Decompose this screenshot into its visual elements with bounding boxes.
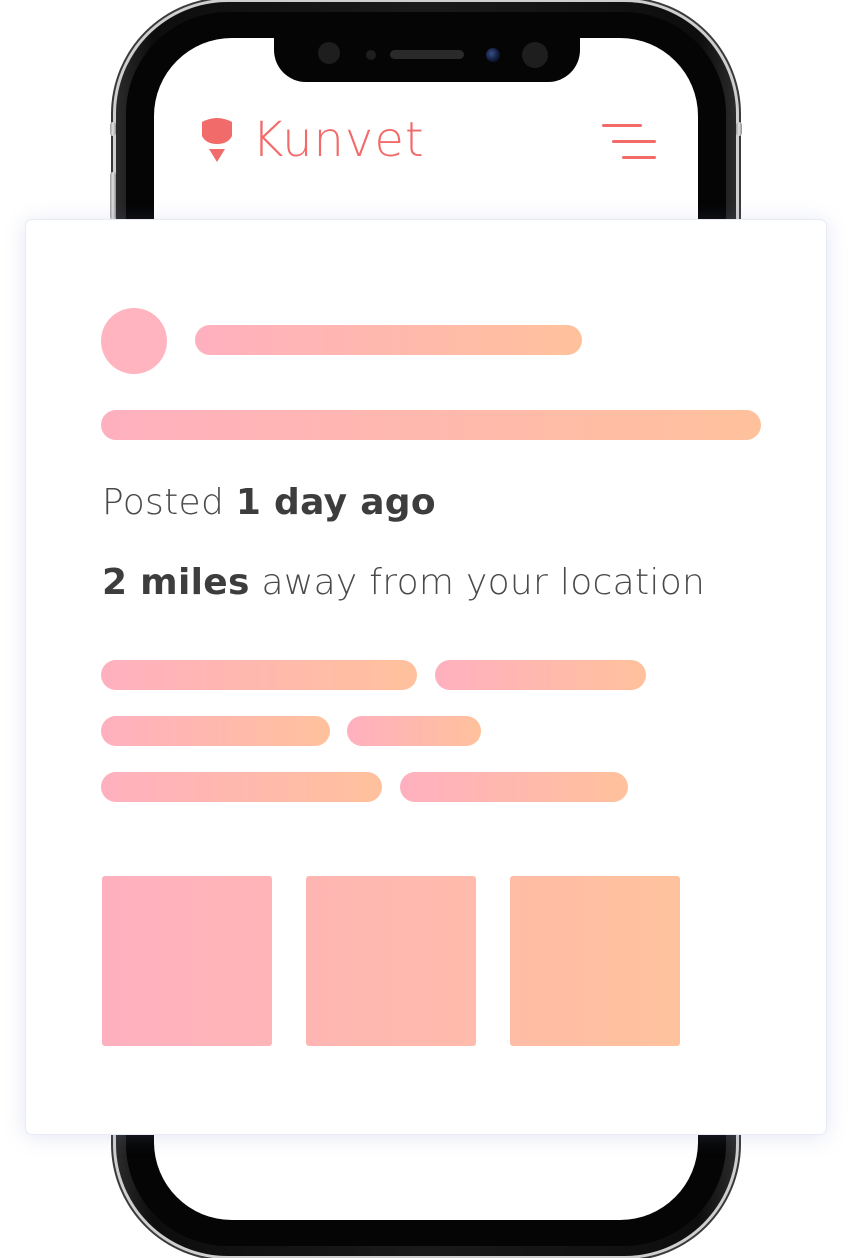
description-placeholder-3a bbox=[101, 772, 382, 802]
description-placeholder-3b bbox=[400, 772, 628, 802]
posted-time-line: Posted 1 day ago bbox=[102, 482, 436, 523]
front-camera bbox=[486, 48, 500, 62]
distance-suffix: away from your location bbox=[261, 562, 706, 603]
description-placeholder-1a bbox=[101, 660, 417, 690]
photo-thumbnail-3[interactable] bbox=[510, 876, 680, 1046]
brand-name[interactable]: Kunvet bbox=[252, 110, 425, 170]
kunvet-logo-icon[interactable] bbox=[198, 116, 236, 166]
post-title-placeholder bbox=[101, 410, 761, 440]
author-name-placeholder bbox=[195, 325, 582, 355]
ambient-sensor bbox=[366, 50, 376, 60]
description-placeholder-2a bbox=[101, 716, 330, 746]
posted-time: 1 day ago bbox=[235, 482, 436, 523]
posted-prefix: Posted bbox=[102, 482, 225, 523]
earpiece-speaker bbox=[390, 50, 464, 59]
photo-thumbnail-1[interactable] bbox=[102, 876, 272, 1046]
description-placeholder-2b bbox=[347, 716, 481, 746]
phone-notch bbox=[274, 38, 580, 82]
menu-button[interactable] bbox=[602, 122, 656, 162]
stage: Kunvet Posted 1 day ago 2 miles away fro… bbox=[0, 0, 851, 1258]
post-card[interactable]: Posted 1 day ago 2 miles away from your … bbox=[26, 220, 826, 1134]
distance-value: 2 miles bbox=[102, 562, 250, 603]
dot-projector bbox=[522, 42, 548, 68]
description-placeholder-1b bbox=[435, 660, 646, 690]
distance-line: 2 miles away from your location bbox=[102, 562, 705, 603]
phone-volume-up-button bbox=[110, 172, 116, 220]
phone-silent-switch bbox=[110, 122, 116, 136]
photo-thumbnail-2[interactable] bbox=[306, 876, 476, 1046]
app-header: Kunvet bbox=[154, 110, 698, 170]
phone-power-button bbox=[736, 122, 742, 136]
avatar-placeholder bbox=[101, 308, 167, 374]
proximity-sensor bbox=[318, 42, 340, 64]
